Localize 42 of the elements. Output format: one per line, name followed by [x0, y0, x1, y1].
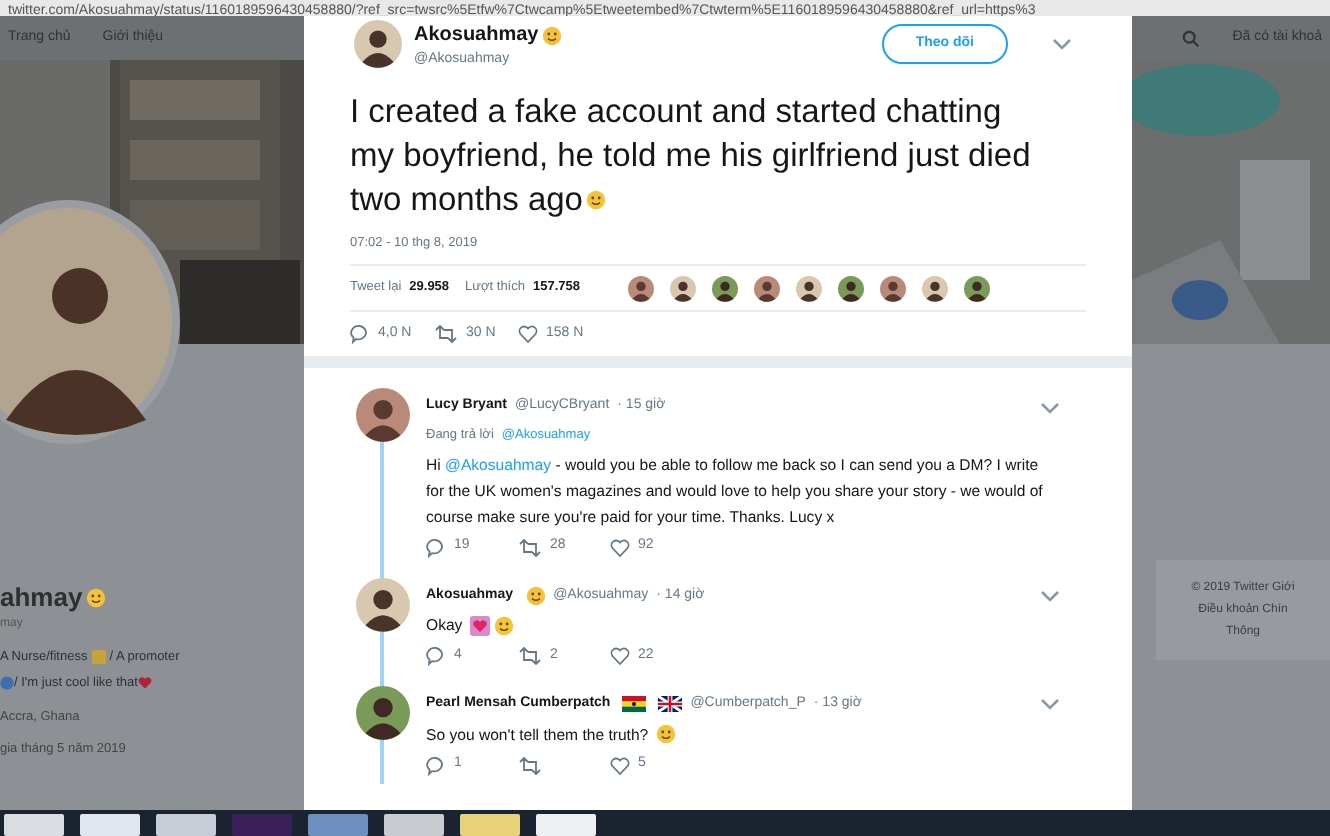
- avatar[interactable]: [879, 275, 906, 302]
- search-icon[interactable]: [1182, 29, 1201, 47]
- chevron-icon[interactable]: [1040, 589, 1060, 602]
- avatar[interactable]: [921, 275, 948, 302]
- avatar[interactable]: [356, 388, 410, 443]
- reply-icon[interactable]: [426, 646, 446, 666]
- avatar[interactable]: [627, 275, 654, 302]
- emoji-icon: [494, 615, 515, 635]
- tweet-text: I created a fake account and started chatting my boyfriend, he told me his girlfriend just died two months ago: [350, 91, 1032, 221]
- retweet-icon[interactable]: [518, 537, 542, 557]
- avatar[interactable]: [356, 686, 410, 740]
- retweet-icon[interactable]: [434, 324, 458, 345]
- avatar[interactable]: [669, 275, 696, 302]
- avatar[interactable]: [753, 275, 780, 302]
- avatar[interactable]: [963, 275, 990, 302]
- retweet-icon[interactable]: [518, 755, 542, 775]
- reply-icon[interactable]: [426, 755, 446, 775]
- hearts-icon: [470, 615, 491, 635]
- emoji-icon: [542, 25, 563, 45]
- like-icon[interactable]: [610, 755, 630, 775]
- emoji-icon: [656, 724, 677, 744]
- flag-icon: [622, 696, 647, 713]
- chevron-icon[interactable]: [1052, 38, 1072, 50]
- author-name[interactable]: Akosuahmay: [414, 20, 539, 50]
- avatar[interactable]: [711, 275, 738, 302]
- chevron-icon[interactable]: [1040, 401, 1060, 413]
- emoji-icon: [86, 587, 107, 607]
- avatar[interactable]: [354, 20, 402, 68]
- chevron-icon[interactable]: [1040, 698, 1060, 711]
- like-icon[interactable]: [610, 646, 630, 666]
- avatar[interactable]: [795, 275, 822, 302]
- like-icon[interactable]: [610, 537, 630, 557]
- avatar[interactable]: [837, 275, 864, 302]
- avatar[interactable]: [356, 577, 410, 631]
- flag-icon: [658, 696, 683, 713]
- emoji-icon: [525, 585, 546, 606]
- reply-icon[interactable]: [350, 324, 370, 345]
- retweet-icon[interactable]: [518, 646, 542, 666]
- profile-name: ahmay: [0, 584, 83, 610]
- reply-icon[interactable]: [426, 537, 446, 557]
- emoji-icon: [586, 190, 607, 211]
- like-icon[interactable]: [518, 324, 538, 345]
